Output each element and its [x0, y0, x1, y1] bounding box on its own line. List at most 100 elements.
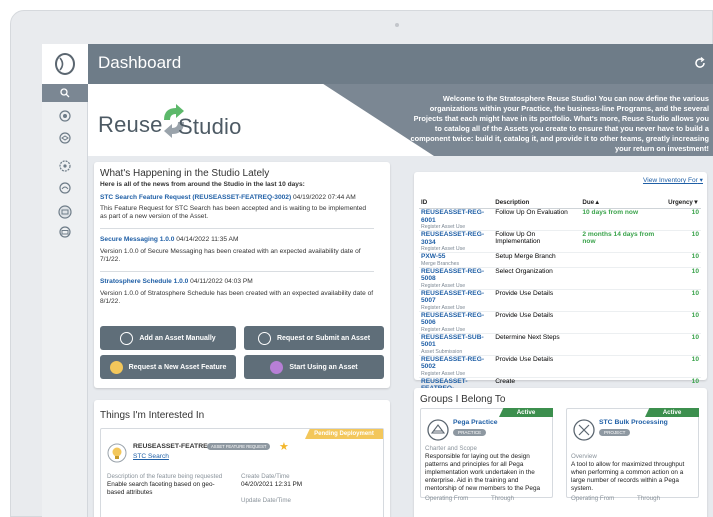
- groups-panel: Groups I Belong To Active Pega Practice …: [414, 388, 707, 517]
- table-row[interactable]: REUSEASSET-REG-6001 Register Asset Use Fol…: [419, 208, 701, 231]
- row-due: 2 months 14 days from now: [580, 230, 667, 253]
- start-using-asset-button[interactable]: Start Using an Asset: [244, 355, 384, 379]
- row-id-link[interactable]: REUSEASSET-REG-5002: [421, 356, 484, 371]
- interest-desc: Enable search faceting based on geo-base…: [107, 481, 215, 496]
- news-item-body: Version 1.0.0 of Secure Messaging has be…: [100, 248, 361, 263]
- star-icon[interactable]: ★: [279, 440, 289, 453]
- row-desc: Provide Use Details: [493, 355, 581, 378]
- gauge-icon[interactable]: [42, 178, 88, 198]
- news-item-link[interactable]: Stratosphere Schedule 1.0.0: [100, 278, 188, 285]
- inventory-table: ID Description Due▲ Urgency▼ REUSEASSET-…: [419, 197, 701, 394]
- table-row[interactable]: REUSEASSET-REG-5006 Register Asset Use Pro…: [419, 311, 701, 334]
- table-row[interactable]: REUSEASSET-REG-5007 Register Asset Use Pro…: [419, 289, 701, 312]
- row-desc: Follow Up On Evaluation: [493, 208, 581, 231]
- row-id-link[interactable]: REUSEASSET-REG-5007: [421, 290, 484, 305]
- request-submit-asset-button[interactable]: Request or Submit an Asset: [244, 326, 384, 350]
- row-id-link[interactable]: REUSEASSET-REG-3034: [421, 231, 484, 246]
- news-item-link[interactable]: STC Search Feature Request (REUSEASSET-F…: [100, 194, 291, 201]
- group-through-label: Through: [637, 495, 661, 502]
- row-due: [580, 289, 667, 312]
- row-sub: Merge Branches: [421, 260, 460, 267]
- row-due: [580, 355, 667, 378]
- interest-created-value: 04/20/2021 12:31 PM: [241, 481, 303, 488]
- interests-panel: Things I'm Interested In Pending Deploym…: [94, 400, 390, 517]
- view-inventory-link[interactable]: View Inventory For ▾: [643, 176, 703, 184]
- table-row[interactable]: REUSEASSET-REG-5008 Register Asset Use Sel…: [419, 267, 701, 290]
- group-name[interactable]: STC Bulk Processing: [599, 419, 668, 426]
- row-desc: Determine Next Steps: [493, 333, 581, 356]
- page-title: Dashboard: [98, 53, 182, 72]
- add-asset-manually-label: Add an Asset Manually: [139, 334, 216, 342]
- news-item: STC Search Feature Request (REUSEASSET-F…: [100, 191, 374, 229]
- request-feature-button[interactable]: Request a New Asset Feature: [100, 355, 236, 379]
- lightbulb-icon: [109, 360, 123, 374]
- interest-card[interactable]: Pending Deployment REUSEASSET-FEATREQ-1 …: [100, 428, 384, 517]
- add-icon: [120, 331, 134, 345]
- row-id-link[interactable]: PXW-55: [421, 253, 445, 260]
- inventory-panel: View Inventory For ▾ ID Description Due▲…: [414, 172, 707, 394]
- start-using-asset-label: Start Using an Asset: [289, 363, 358, 371]
- layers-icon[interactable]: [42, 128, 88, 148]
- lightbulb-icon: [107, 443, 127, 463]
- col-urgency[interactable]: Urgency▼: [666, 197, 701, 209]
- row-desc: Follow Up On Implementation: [493, 230, 581, 253]
- dashboard-icon[interactable]: [42, 202, 88, 222]
- reuse-studio-logo: Reuse Studio: [88, 84, 434, 156]
- logo-word-reuse: Reuse: [98, 112, 163, 137]
- row-id-link[interactable]: REUSEASSET-REG-5008: [421, 268, 484, 283]
- group-card[interactable]: Active STC Bulk Processing PROJECT Overv…: [566, 408, 699, 502]
- table-row[interactable]: REUSEASSET-SUB-5001 Asset Submission Deter…: [419, 333, 701, 356]
- table-row[interactable]: PXW-55 Merge Branches Setup Merge Branch 10: [419, 252, 701, 268]
- row-urgency: 10: [666, 311, 701, 334]
- col-id[interactable]: ID: [419, 197, 494, 209]
- compass-icon[interactable]: [42, 106, 88, 126]
- row-sub: Register Asset Use: [421, 326, 466, 333]
- row-id-link[interactable]: REUSEASSET-SUB-5001: [421, 334, 484, 349]
- row-id-link[interactable]: REUSEASSET-REG-6001: [421, 209, 484, 224]
- table-row[interactable]: REUSEASSET-REG-5002 Register Asset Use Pro…: [419, 355, 701, 378]
- row-due: [580, 311, 667, 334]
- news-item-body: Version 1.0.0 of Stratosphere Schedule h…: [100, 290, 374, 305]
- news-subtitle: Here is all of the news from around the …: [100, 181, 305, 188]
- refresh-icon[interactable]: [693, 56, 707, 70]
- inbox-icon[interactable]: [42, 222, 88, 242]
- row-id-link[interactable]: REUSEASSET-REG-5006: [421, 312, 484, 327]
- interest-updated-label: Update Date/Time: [241, 497, 291, 504]
- request-feature-label: Request a New Asset Feature: [128, 363, 227, 371]
- group-through-label: Through: [491, 495, 515, 502]
- news-item-link[interactable]: Secure Messaging 1.0.0: [100, 236, 174, 243]
- group-desc: A tool to allow for maximized throughput…: [571, 461, 685, 492]
- request-submit-asset-label: Request or Submit an Asset: [276, 334, 371, 342]
- app-logo[interactable]: [42, 44, 88, 84]
- logo-word-studio: Studio: [178, 114, 242, 139]
- group-from-label: Operating From: [425, 495, 469, 502]
- row-sub: Register Asset Use: [421, 246, 466, 252]
- group-card[interactable]: Active Pega Practice PRACTICE Charter an…: [420, 408, 553, 502]
- welcome-text: Welcome to the Stratosphere Reuse Studio…: [410, 94, 709, 153]
- row-due: 10 days from now: [580, 208, 667, 231]
- settings-icon[interactable]: [42, 156, 88, 176]
- group-tag: PRACTICE: [453, 429, 487, 436]
- interest-link[interactable]: STC Search: [133, 453, 169, 460]
- inventory-header-row: ID Description Due▲ Urgency▼: [419, 197, 701, 209]
- add-asset-manually-button[interactable]: Add an Asset Manually: [100, 326, 236, 350]
- col-due[interactable]: Due▲: [580, 197, 667, 209]
- interest-badge: ASSET FEATURE REQUEST: [207, 443, 271, 450]
- table-row[interactable]: REUSEASSET-REG-3034 Register Asset Use Fol…: [419, 230, 701, 253]
- news-item-body: This Feature Request for STC Search has …: [100, 205, 367, 220]
- col-description[interactable]: Description: [493, 197, 581, 209]
- group-desc-label: Overview: [571, 453, 597, 460]
- search-icon[interactable]: [42, 84, 88, 102]
- camera-dot: [395, 23, 399, 27]
- status-badge: Active: [645, 408, 699, 417]
- row-due: [580, 252, 667, 268]
- interests-title: Things I'm Interested In: [100, 410, 205, 421]
- row-urgency: 10: [666, 333, 701, 356]
- row-desc: Select Organization: [493, 267, 581, 290]
- row-sub: Register Asset Use: [421, 304, 466, 311]
- groups-title: Groups I Belong To: [420, 394, 506, 405]
- news-item-date: 04/19/2022 07:44 AM: [293, 194, 356, 201]
- row-due: [580, 267, 667, 290]
- row-urgency: 10: [666, 289, 701, 312]
- group-name[interactable]: Pega Practice: [453, 419, 498, 426]
